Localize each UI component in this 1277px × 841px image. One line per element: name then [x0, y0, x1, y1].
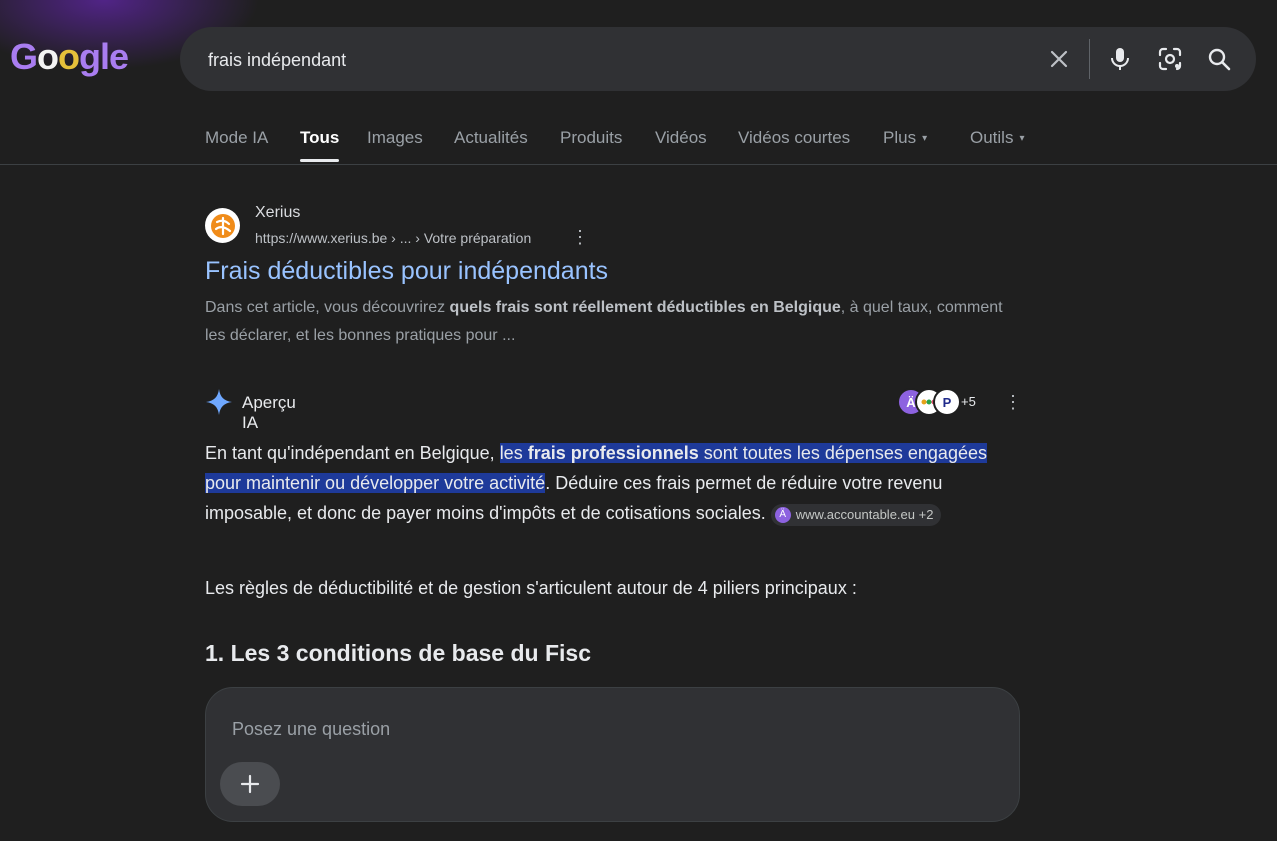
tab-actualites[interactable]: Actualités: [454, 128, 528, 148]
ai-overview-more-icon[interactable]: ⋮: [1004, 393, 1022, 411]
tab-outils-label: Outils: [970, 128, 1014, 147]
tab-outils[interactable]: Outils ▾: [970, 128, 1025, 148]
result-site-name[interactable]: Xerius: [255, 204, 300, 222]
tab-images[interactable]: Images: [367, 128, 423, 148]
sparkle-icon: [205, 388, 233, 421]
result-more-icon[interactable]: ⋮: [571, 228, 589, 246]
search-icon[interactable]: [1205, 45, 1233, 73]
source-avatar-p-icon[interactable]: P: [933, 388, 961, 416]
microphone-icon[interactable]: [1106, 45, 1134, 73]
ask-question-box[interactable]: [205, 687, 1020, 822]
result-snippet: Dans cet article, vous découvrirez quels…: [205, 299, 1003, 344]
tab-plus[interactable]: Plus ▾: [883, 128, 927, 148]
tab-mode-ia[interactable]: Mode IA: [205, 128, 268, 148]
search-input[interactable]: [206, 47, 1010, 73]
tab-videos-courtes[interactable]: Vidéos courtes: [738, 128, 850, 148]
ask-question-input[interactable]: [230, 716, 974, 742]
xerius-favicon[interactable]: [205, 208, 240, 243]
accountable-icon: Ä: [774, 507, 791, 523]
source-chip[interactable]: Äwww.accountable.eu +2: [770, 504, 942, 526]
chevron-down-icon: ▾: [1019, 133, 1025, 144]
add-attachment-button[interactable]: [220, 762, 280, 806]
ai-overview-paragraph: En tant qu'indépendant en Belgique, les …: [205, 438, 1015, 528]
tab-tous[interactable]: Tous: [300, 128, 340, 162]
ai-overview-heading: 1. Les 3 conditions de base du Fisc: [205, 640, 591, 666]
result-url[interactable]: https://www.xerius.be › ... › Votre prép…: [255, 230, 531, 246]
ai-overview-label: Aperçu IA: [242, 393, 296, 432]
google-logo[interactable]: Google: [10, 36, 129, 78]
tab-produits[interactable]: Produits: [560, 128, 622, 148]
search-bar[interactable]: [180, 27, 1256, 91]
result-title-link[interactable]: Frais déductibles pour indépendants: [205, 257, 608, 286]
tab-plus-label: Plus: [883, 128, 917, 147]
search-divider: [1089, 39, 1090, 79]
tab-videos[interactable]: Vidéos: [655, 128, 707, 148]
close-icon[interactable]: [1045, 45, 1073, 73]
camera-lens-icon[interactable]: [1156, 45, 1184, 73]
header-divider: [0, 164, 1277, 165]
ai-overview-paragraph-2: Les règles de déductibilité et de gestio…: [205, 578, 857, 598]
plus-icon: [240, 774, 260, 794]
sources-more-count[interactable]: +5: [961, 394, 976, 409]
chevron-down-icon: ▾: [922, 133, 928, 144]
